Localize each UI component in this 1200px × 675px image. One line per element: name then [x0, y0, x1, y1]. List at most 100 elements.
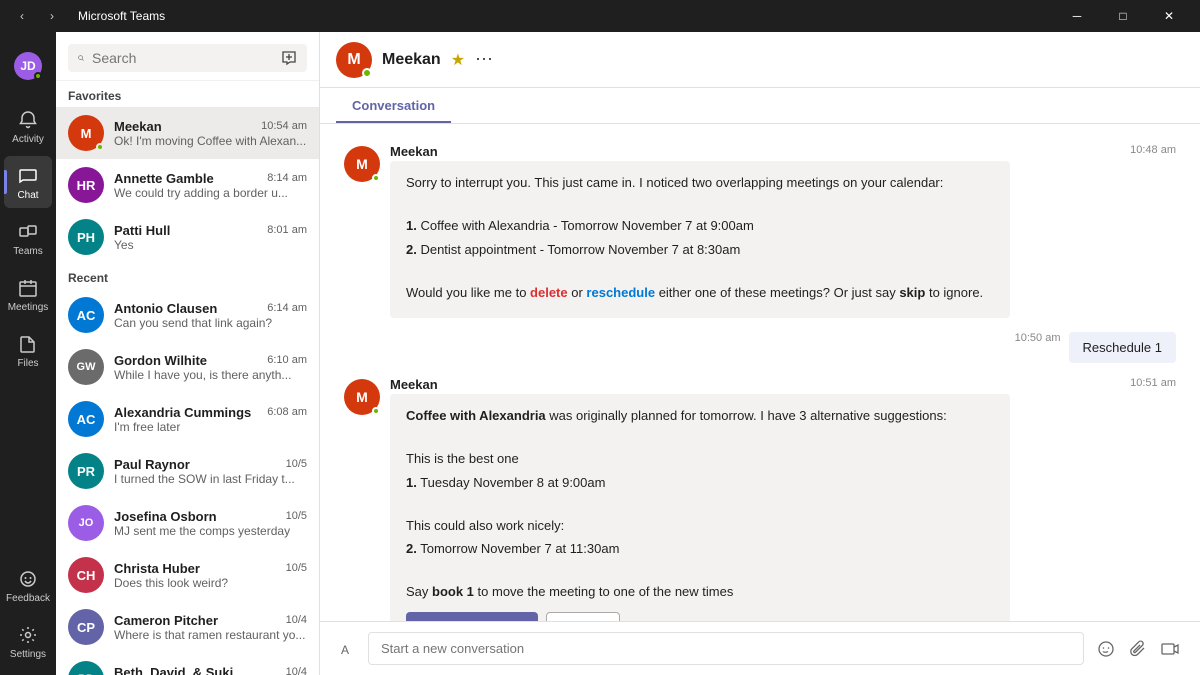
attachment-icon[interactable] [1124, 635, 1152, 663]
message-text: 1. Coffee with Alexandria - Tomorrow Nov… [406, 216, 994, 236]
chat-avatar: CH [68, 557, 104, 593]
cancel-button[interactable]: Cancel [546, 612, 620, 622]
back-button[interactable]: ‹ [8, 5, 36, 27]
chat-item-meekan[interactable]: M Meekan 10:54 am Ok! I'm moving Coffee … [56, 107, 319, 159]
chat-time: 10:54 am [261, 120, 307, 132]
more-options-icon[interactable]: ⋯ [475, 49, 493, 70]
message-actions: Show in calendar Cancel [406, 612, 994, 622]
chat-avatar: GW [68, 349, 104, 385]
svg-text:A: A [341, 643, 349, 657]
chat-name: Meekan [114, 119, 162, 134]
sidebar-item-settings[interactable]: Settings [4, 615, 52, 667]
chat-avatar-patti: PH [68, 219, 104, 255]
feedback-icon [16, 567, 40, 591]
chat-info-annette: Annette Gamble 8:14 am We could try addi… [114, 171, 307, 200]
sidebar-item-chat[interactable]: Chat [4, 156, 52, 208]
message-text: Would you like me to delete or reschedul… [406, 283, 994, 303]
search-input[interactable] [92, 50, 273, 66]
chat-avatar: AC [68, 297, 104, 333]
message-text: Sorry to interrupt you. This just came i… [406, 173, 994, 193]
chat-info: Beth, David, & Suki 10/4 Have you tried … [114, 665, 307, 675]
chat-info-patti: Patti Hull 8:01 am Yes [114, 223, 307, 252]
format-icon[interactable]: A [336, 637, 360, 661]
chat-item-cameron[interactable]: CP Cameron Pitcher 10/4 Where is that ra… [56, 601, 319, 653]
maximize-button[interactable]: □ [1100, 0, 1146, 32]
chat-panel-header [56, 32, 319, 81]
message-row-right: 10:50 am Reschedule 1 [320, 328, 1200, 367]
chat-item-christa[interactable]: CH Christa Huber 10/5 Does this look wei… [56, 549, 319, 601]
sidebar-label-feedback: Feedback [6, 593, 50, 604]
forward-button[interactable]: › [38, 5, 66, 27]
chat-item-antonio[interactable]: AC Antonio Clausen 6:14 am Can you send … [56, 289, 319, 341]
chat-item-patti[interactable]: PH Patti Hull 8:01 am Yes [56, 211, 319, 263]
chat-item-josefina[interactable]: JO Josefina Osborn 10/5 MJ sent me the c… [56, 497, 319, 549]
message-text: This is the best one [406, 449, 994, 469]
sidebar-label-teams: Teams [13, 246, 42, 257]
conversation-tabs: Conversation [320, 88, 1200, 124]
message-row: M Meekan Sorry to interrupt you. This ju… [320, 140, 1200, 322]
search-icon [78, 51, 84, 65]
chat-item-alexandria[interactable]: AC Alexandria Cummings 6:08 am I'm free … [56, 393, 319, 445]
sidebar-item-files[interactable]: Files [4, 324, 52, 376]
chat-item-beth[interactable]: BD Beth, David, & Suki 10/4 Have you tri… [56, 653, 319, 675]
online-dot [372, 407, 380, 415]
chat-avatar: CP [68, 609, 104, 645]
calendar-icon [16, 276, 40, 300]
sidebar-item-activity[interactable]: Activity [4, 100, 52, 152]
message-text: 1. Tuesday November 8 at 9:00am [406, 473, 994, 493]
message-input[interactable] [368, 632, 1084, 665]
chat-avatar: JO [68, 505, 104, 541]
sidebar-item-feedback[interactable]: Feedback [4, 559, 52, 611]
sidebar-label-files: Files [17, 358, 38, 369]
message-avatar-meekan: M [344, 379, 380, 415]
section-favorites-label: Favorites [56, 81, 319, 107]
close-button[interactable]: ✕ [1146, 0, 1192, 32]
chat-item-paul[interactable]: PR Paul Raynor 10/5 I turned the SOW in … [56, 445, 319, 497]
section-recent-label: Recent [56, 263, 319, 289]
search-bar[interactable] [68, 44, 307, 72]
search-bar-icons [281, 50, 297, 66]
chat-avatar: BD [68, 661, 104, 675]
chat-item-annette[interactable]: HR Annette Gamble 8:14 am We could try a… [56, 159, 319, 211]
reschedule-link: reschedule [586, 285, 655, 300]
minimize-button[interactable]: ─ [1054, 0, 1100, 32]
online-indicator [34, 72, 42, 80]
chat-avatar-meekan: M [68, 115, 104, 151]
chat-preview: Ok! I'm moving Coffee with Alexan... [114, 134, 307, 148]
new-chat-icon[interactable] [281, 50, 297, 66]
window-controls[interactable]: ─ □ ✕ [1054, 0, 1192, 32]
chat-info: Antonio Clausen 6:14 am Can you send tha… [114, 301, 307, 330]
show-in-calendar-button[interactable]: Show in calendar [406, 612, 538, 622]
coffee-link: Coffee with Alexandria [406, 408, 546, 423]
chat-name: Annette Gamble [114, 171, 214, 186]
conversation-title: Meekan [382, 51, 441, 69]
sidebar-item-meetings[interactable]: Meetings [4, 268, 52, 320]
chat-time: 8:14 am [267, 172, 307, 184]
action-bubble-reschedule: Reschedule 1 [1069, 332, 1177, 363]
sidebar-label-chat: Chat [17, 190, 38, 201]
sidebar-item-teams[interactable]: Teams [4, 212, 52, 264]
chat-item-gordon[interactable]: GW Gordon Wilhite 6:10 am While I have y… [56, 341, 319, 393]
app-body: JD Activity Chat [0, 32, 1200, 675]
meeting-icon[interactable] [1156, 635, 1184, 663]
message-text: 2. Tomorrow November 7 at 11:30am [406, 539, 994, 559]
online-dot [96, 143, 104, 151]
input-bar: A [320, 621, 1200, 675]
input-icons [1092, 635, 1184, 663]
favorite-star-icon[interactable]: ★ [451, 50, 465, 70]
user-avatar-item[interactable]: JD [4, 40, 52, 92]
message-row-suggestions: M Meekan Coffee with Alexandria was orig… [320, 373, 1200, 621]
message-text: Coffee with Alexandria was originally pl… [406, 406, 994, 426]
files-icon [16, 332, 40, 356]
message-time: 10:51 am [1130, 377, 1176, 389]
message-text: This could also work nicely: [406, 516, 994, 536]
skip-text: skip [899, 285, 925, 300]
delete-link: delete [530, 285, 568, 300]
conversation-area: M Meekan ★ ⋯ Conversation M Meekan [320, 32, 1200, 675]
teams-icon [16, 220, 40, 244]
tab-conversation[interactable]: Conversation [336, 88, 451, 123]
chat-preview: Yes [114, 238, 307, 252]
nav-controls[interactable]: ‹ › [8, 5, 66, 27]
chat-panel: Favorites M Meekan 10:54 am Ok! I'm movi… [56, 32, 320, 675]
emoji-icon[interactable] [1092, 635, 1120, 663]
